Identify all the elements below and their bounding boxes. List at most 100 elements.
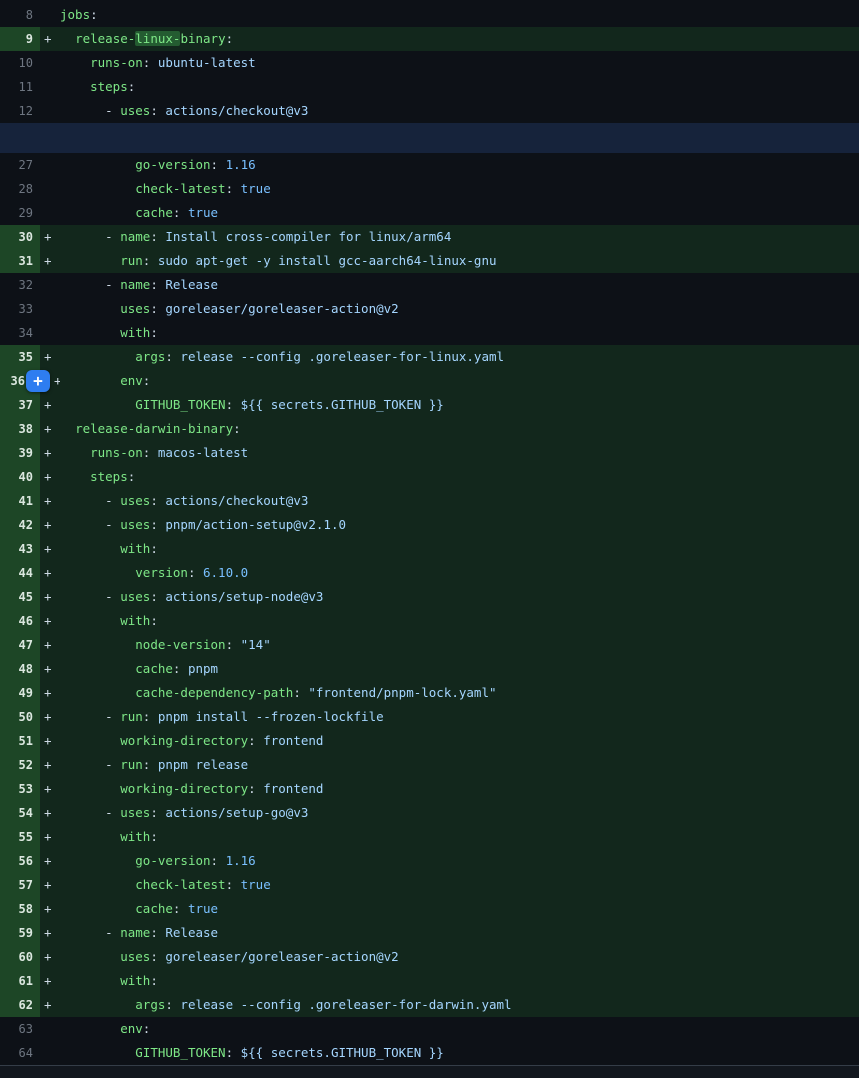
code-token: ubuntu-latest — [150, 55, 255, 70]
line-number[interactable]: 11 — [0, 75, 40, 99]
diff-marker: + — [40, 345, 60, 369]
line-number[interactable]: 60 — [0, 945, 40, 969]
line-number[interactable]: 55 — [0, 825, 40, 849]
code-token: pnpm install --frozen-lockfile — [150, 709, 383, 724]
line-number[interactable]: 49 — [0, 681, 40, 705]
diff-line: 47+ node-version: "14" — [0, 633, 859, 657]
diff-line: 57+ check-latest: true — [0, 873, 859, 897]
line-number[interactable]: 42 — [0, 513, 40, 537]
code-token: actions/checkout@v3 — [158, 103, 309, 118]
line-number[interactable]: 40 — [0, 465, 40, 489]
code-token: version — [135, 565, 188, 580]
diff-marker: + — [40, 609, 60, 633]
line-number[interactable]: 8 — [0, 3, 40, 27]
line-number[interactable]: 27 — [0, 153, 40, 177]
diff-marker — [40, 177, 60, 201]
code-line: - uses: actions/checkout@v3 — [60, 99, 859, 123]
code-token: : — [150, 613, 158, 628]
line-number[interactable]: 38 — [0, 417, 40, 441]
diff-line: 48+ cache: pnpm — [0, 657, 859, 681]
code-token: cache-dependency-path — [135, 685, 293, 700]
code-token: - — [60, 589, 120, 604]
diff-line: 50+ - run: pnpm install --frozen-lockfil… — [0, 705, 859, 729]
code-token: release --config .goreleaser-for-linux.y… — [173, 349, 504, 364]
code-token — [60, 55, 90, 70]
diff-line: 34 with: — [0, 321, 859, 345]
line-number[interactable]: 32 — [0, 273, 40, 297]
code-line: - uses: pnpm/action-setup@v2.1.0 — [60, 513, 859, 537]
diff-marker — [40, 321, 60, 345]
code-token: with — [120, 541, 150, 556]
line-number[interactable]: 46 — [0, 609, 40, 633]
diff-marker: + — [40, 945, 60, 969]
diff-line: 49+ cache-dependency-path: "frontend/pnp… — [0, 681, 859, 705]
code-token: : — [226, 877, 234, 892]
code-token: macos-latest — [150, 445, 248, 460]
diff-marker: + — [40, 801, 60, 825]
line-number[interactable]: 45 — [0, 585, 40, 609]
code-token: pnpm — [180, 661, 218, 676]
code-token: frontend — [256, 733, 324, 748]
line-number[interactable]: 12 — [0, 99, 40, 123]
line-number[interactable]: 10 — [0, 51, 40, 75]
line-number[interactable]: 58 — [0, 897, 40, 921]
line-number[interactable]: 56 — [0, 849, 40, 873]
diff-line: 12 - uses: actions/checkout@v3 — [0, 99, 859, 123]
diff-line: 30+ - name: Install cross-compiler for l… — [0, 225, 859, 249]
code-token: : — [90, 7, 98, 22]
line-number[interactable]: 52 — [0, 753, 40, 777]
line-number[interactable]: 62 — [0, 993, 40, 1017]
line-number[interactable]: 29 — [0, 201, 40, 225]
code-token: uses — [120, 103, 150, 118]
diff-line: 43+ with: — [0, 537, 859, 561]
line-number[interactable]: 39 — [0, 441, 40, 465]
line-number[interactable]: 33 — [0, 297, 40, 321]
line-number[interactable]: 59 — [0, 921, 40, 945]
line-number[interactable]: 37 — [0, 393, 40, 417]
diff-marker — [40, 297, 60, 321]
line-number[interactable]: 63 — [0, 1017, 40, 1041]
diff-line: 51+ working-directory: frontend — [0, 729, 859, 753]
diff-marker — [40, 1041, 60, 1065]
diff-marker: + — [40, 753, 60, 777]
line-number[interactable]: 47 — [0, 633, 40, 657]
code-token: GITHUB_TOKEN — [135, 1045, 225, 1060]
code-token — [60, 325, 120, 340]
line-number[interactable]: 50 — [0, 705, 40, 729]
code-token: : — [226, 181, 234, 196]
line-number[interactable]: 9 — [0, 27, 40, 51]
line-number[interactable]: 41 — [0, 489, 40, 513]
line-number[interactable]: 57 — [0, 873, 40, 897]
diff-line: 63 env: — [0, 1017, 859, 1041]
code-token: with — [120, 973, 150, 988]
line-number[interactable]: 28 — [0, 177, 40, 201]
line-number[interactable]: 64 — [0, 1041, 40, 1065]
add-comment-button[interactable]: + — [26, 370, 50, 392]
line-number[interactable]: 51 — [0, 729, 40, 753]
diff-marker: + — [40, 561, 60, 585]
diff-marker — [40, 273, 60, 297]
line-number[interactable]: 43 — [0, 537, 40, 561]
code-line: with: — [60, 969, 859, 993]
line-number[interactable]: 53 — [0, 777, 40, 801]
line-number[interactable]: 35 — [0, 345, 40, 369]
code-token — [60, 373, 120, 388]
line-number[interactable]: 48 — [0, 657, 40, 681]
line-number[interactable]: 44 — [0, 561, 40, 585]
code-token: : — [128, 469, 136, 484]
diff-marker: + — [40, 489, 60, 513]
hunk-expander[interactable] — [0, 123, 859, 153]
code-line: cache: true — [60, 201, 859, 225]
diff-line: 45+ - uses: actions/setup-node@v3 — [0, 585, 859, 609]
diff-line: 41+ - uses: actions/checkout@v3 — [0, 489, 859, 513]
line-number[interactable]: 31 — [0, 249, 40, 273]
line-number[interactable]: 61 — [0, 969, 40, 993]
line-number[interactable]: 34 — [0, 321, 40, 345]
code-token — [60, 661, 135, 676]
line-number[interactable]: 54 — [0, 801, 40, 825]
code-token — [60, 997, 135, 1012]
code-line: check-latest: true — [60, 177, 859, 201]
code-token: : — [150, 301, 158, 316]
line-number[interactable]: 30 — [0, 225, 40, 249]
diff-line: 8jobs: — [0, 3, 859, 27]
